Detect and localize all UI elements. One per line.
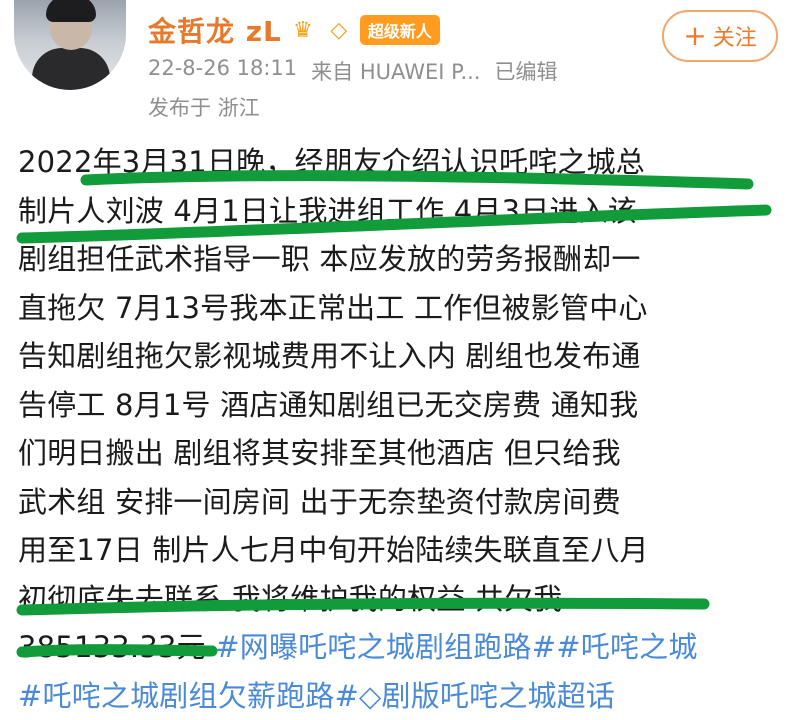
post-line: 2022年3月31日晚，经朋友介绍认识吒咤之城总: [18, 138, 788, 187]
post-line: 告停工 8月1号 酒店通知剧组已无交房费 通知我: [18, 381, 788, 430]
crown-icon[interactable]: ♛: [288, 15, 318, 45]
hashtag-link[interactable]: #吒咤之城剧组欠薪跑路#: [18, 679, 359, 713]
post-meta: 22-8-26 18:11 来自 HUAWEI P... 已编辑: [148, 56, 558, 86]
super-topic-link[interactable]: 剧版吒咤之城超话: [382, 679, 616, 713]
post-body: 2022年3月31日晚，经朋友介绍认识吒咤之城总 制片人刘波 4月1日让我进组工…: [18, 138, 788, 720]
post-location: 发布于 浙江: [148, 92, 260, 122]
post-date: 22-8-26 18:11: [148, 56, 297, 86]
post-line-amount: 385133.33元 #网曝吒咤之城剧组跑路##吒咤之城: [18, 623, 788, 672]
follow-label: 关注: [713, 20, 757, 52]
diamond-icon: ◇: [359, 679, 382, 713]
diamond-icon[interactable]: ◇: [324, 16, 354, 44]
post-header: 金哲龙 zL ♛ ◇ 超级新人 22-8-26 18:11 来自 HUAWEI …: [0, 0, 800, 130]
avatar-body-shape: [32, 48, 110, 90]
post-line: 告知剧组拖欠影视城费用不让入内 剧组也发布通: [18, 332, 788, 381]
edited-label[interactable]: 已编辑: [495, 56, 558, 86]
post-line: 剧组担任武术指导一职 本应发放的劳务报酬却一: [18, 235, 788, 284]
avatar[interactable]: [14, 0, 126, 90]
name-row: 金哲龙 zL ♛ ◇ 超级新人: [148, 10, 440, 50]
hashtag-link[interactable]: #网曝吒咤之城剧组跑路#: [215, 630, 556, 664]
status-badge[interactable]: 超级新人: [360, 15, 440, 45]
post-line: 武术组 安排一间房间 出于无奈垫资付款房间费: [18, 478, 788, 527]
post-line-tags: #吒咤之城剧组欠薪跑路#◇剧版吒咤之城超话: [18, 672, 788, 720]
follow-button[interactable]: + 关注: [662, 10, 778, 62]
plus-icon: +: [683, 22, 706, 50]
avatar-hair-shape: [46, 0, 96, 22]
post-source[interactable]: 来自 HUAWEI P...: [311, 56, 480, 86]
post-line: 用至17日 制片人七月中旬开始陆续失联直至八月: [18, 526, 788, 575]
post-line: 直拖欠 7月13号我本正常出工 工作但被影管中心: [18, 284, 788, 333]
owed-amount: 385133.33元: [18, 630, 206, 664]
post-line: 初彻底失去联系 我将维护我的权益 共欠我: [18, 575, 788, 624]
hashtag-link[interactable]: #吒咤之城: [556, 630, 697, 664]
post-line: 制片人刘波 4月1日让我进组工作 4月3日进入该: [18, 187, 788, 236]
username[interactable]: 金哲龙 zL: [148, 10, 282, 50]
post-line: 们明日搬出 剧组将其安排至其他酒店 但只给我: [18, 429, 788, 478]
